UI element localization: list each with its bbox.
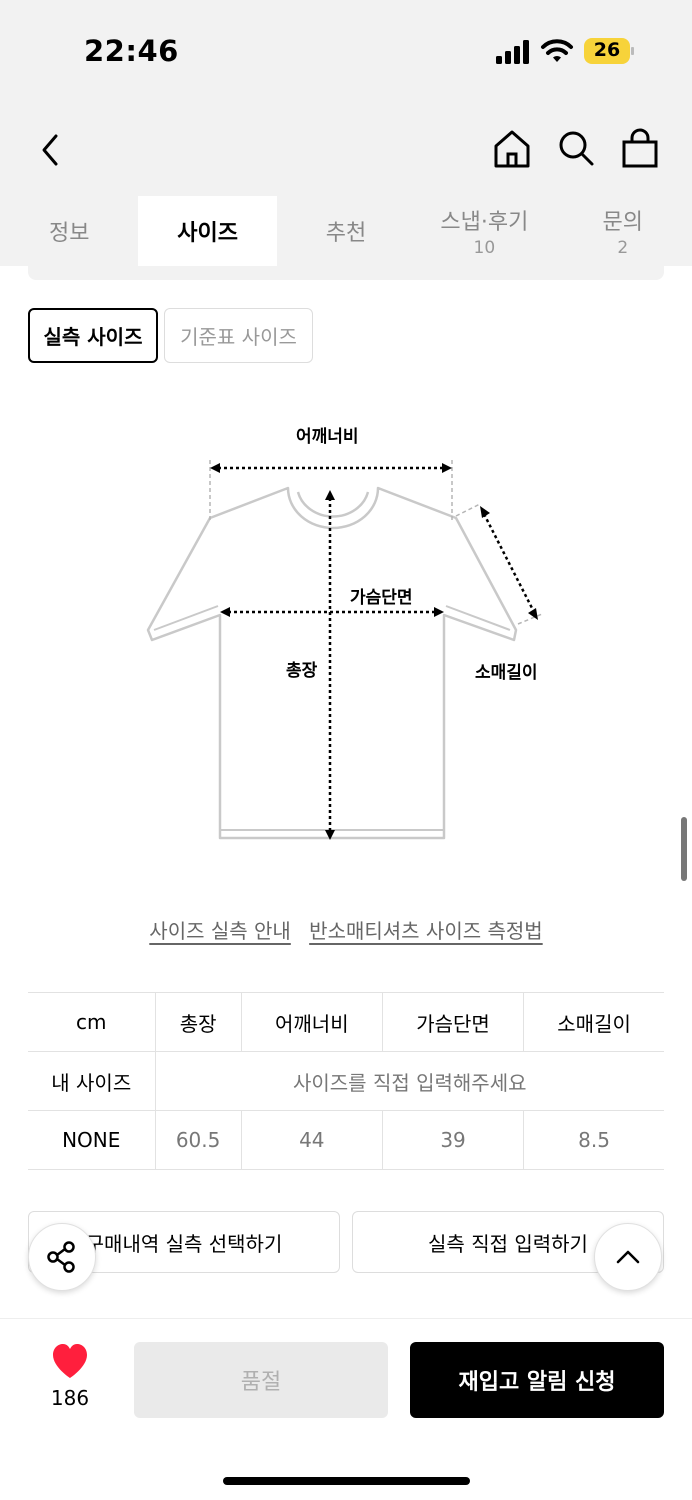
heart-icon	[53, 1344, 87, 1378]
table-cell: 8.5	[523, 1110, 664, 1170]
size-guide-links: 사이즈 실측 안내 반소매티셔츠 사이즈 측정법	[0, 915, 692, 944]
back-arrow-icon[interactable]	[32, 128, 72, 172]
section-divider	[28, 266, 664, 280]
size-table: cm 총장 어깨너비 가슴단면 소매길이 내 사이즈 사이즈를 직접 입력해주세…	[28, 992, 664, 1170]
tab-info[interactable]: 정보	[0, 196, 138, 266]
scroll-top-button[interactable]	[594, 1223, 662, 1291]
sold-out-button: 품절	[134, 1342, 388, 1418]
size-diagram: 어깨너비 가슴단면 총장 소매길이	[130, 410, 570, 860]
actual-size-tab[interactable]: 실측 사이즈	[28, 308, 158, 363]
battery-icon: 26	[584, 38, 634, 64]
measure-guide-link[interactable]: 사이즈 실측 안내	[149, 919, 291, 943]
table-header: 소매길이	[523, 992, 664, 1052]
status-bar: 22:46 26	[0, 0, 692, 100]
table-cell: 60.5	[155, 1110, 242, 1170]
size-name-cell: NONE	[28, 1110, 156, 1170]
table-header: 총장	[155, 992, 242, 1052]
tshirt-outline	[146, 460, 543, 840]
shopping-bag-icon[interactable]	[620, 128, 660, 170]
table-cell: 39	[382, 1110, 525, 1170]
cellular-signal-icon	[496, 40, 529, 64]
button-label: 구매내역 실측 선택하기	[85, 1231, 283, 1256]
sleeve-label: 소매길이	[475, 663, 538, 683]
chevron-up-icon	[616, 1250, 640, 1264]
shoulder-label: 어깨너비	[296, 427, 359, 447]
table-cell: 44	[241, 1110, 383, 1170]
measure-method-link[interactable]: 반소매티셔츠 사이즈 측정법	[309, 919, 543, 943]
tab-label: 정보	[48, 221, 90, 246]
tab-count: 2	[617, 238, 629, 258]
home-icon[interactable]	[492, 128, 532, 170]
length-label: 총장	[286, 661, 318, 681]
tab-reviews[interactable]: 스냅·후기 10	[415, 196, 553, 266]
like-button[interactable]: 186	[40, 1342, 100, 1422]
tab-label: 추천	[325, 221, 367, 246]
table-header: cm	[28, 992, 156, 1052]
table-header-row: cm 총장 어깨너비 가슴단면 소매길이	[28, 992, 664, 1052]
tab-size[interactable]: 사이즈	[138, 196, 277, 266]
tab-recommend[interactable]: 추천	[277, 196, 415, 266]
home-indicator	[223, 1477, 470, 1485]
search-icon[interactable]	[556, 128, 596, 170]
status-time: 22:46	[84, 34, 179, 68]
scrollbar[interactable]	[681, 817, 687, 881]
table-row[interactable]: 내 사이즈 사이즈를 직접 입력해주세요	[28, 1051, 664, 1111]
restock-alert-button[interactable]: 재입고 알림 신청	[410, 1342, 664, 1418]
chest-label: 가슴단면	[350, 588, 413, 608]
nav-header	[0, 100, 692, 196]
product-tabs: 정보 사이즈 추천 스냅·후기 10 문의 2	[0, 196, 692, 266]
button-label: 실측 직접 입력하기	[428, 1231, 588, 1256]
wifi-icon	[541, 39, 573, 62]
my-size-message[interactable]: 사이즈를 직접 입력해주세요	[155, 1051, 664, 1111]
tab-label: 문의	[602, 210, 643, 235]
share-icon	[47, 1241, 75, 1273]
standard-size-tab[interactable]: 기준표 사이즈	[164, 308, 313, 363]
share-button[interactable]	[28, 1223, 96, 1291]
tab-count: 10	[473, 238, 496, 258]
tab-label: 사이즈	[177, 221, 238, 246]
my-size-label: 내 사이즈	[28, 1051, 156, 1111]
table-header: 어깨너비	[241, 992, 383, 1052]
like-count: 186	[50, 1386, 90, 1410]
battery-level: 26	[593, 39, 621, 61]
table-header: 가슴단면	[382, 992, 525, 1052]
tab-label: 스냅·후기	[440, 210, 529, 235]
table-row: NONE 60.5 44 39 8.5	[28, 1110, 664, 1170]
tab-inquiry[interactable]: 문의 2	[554, 196, 692, 266]
